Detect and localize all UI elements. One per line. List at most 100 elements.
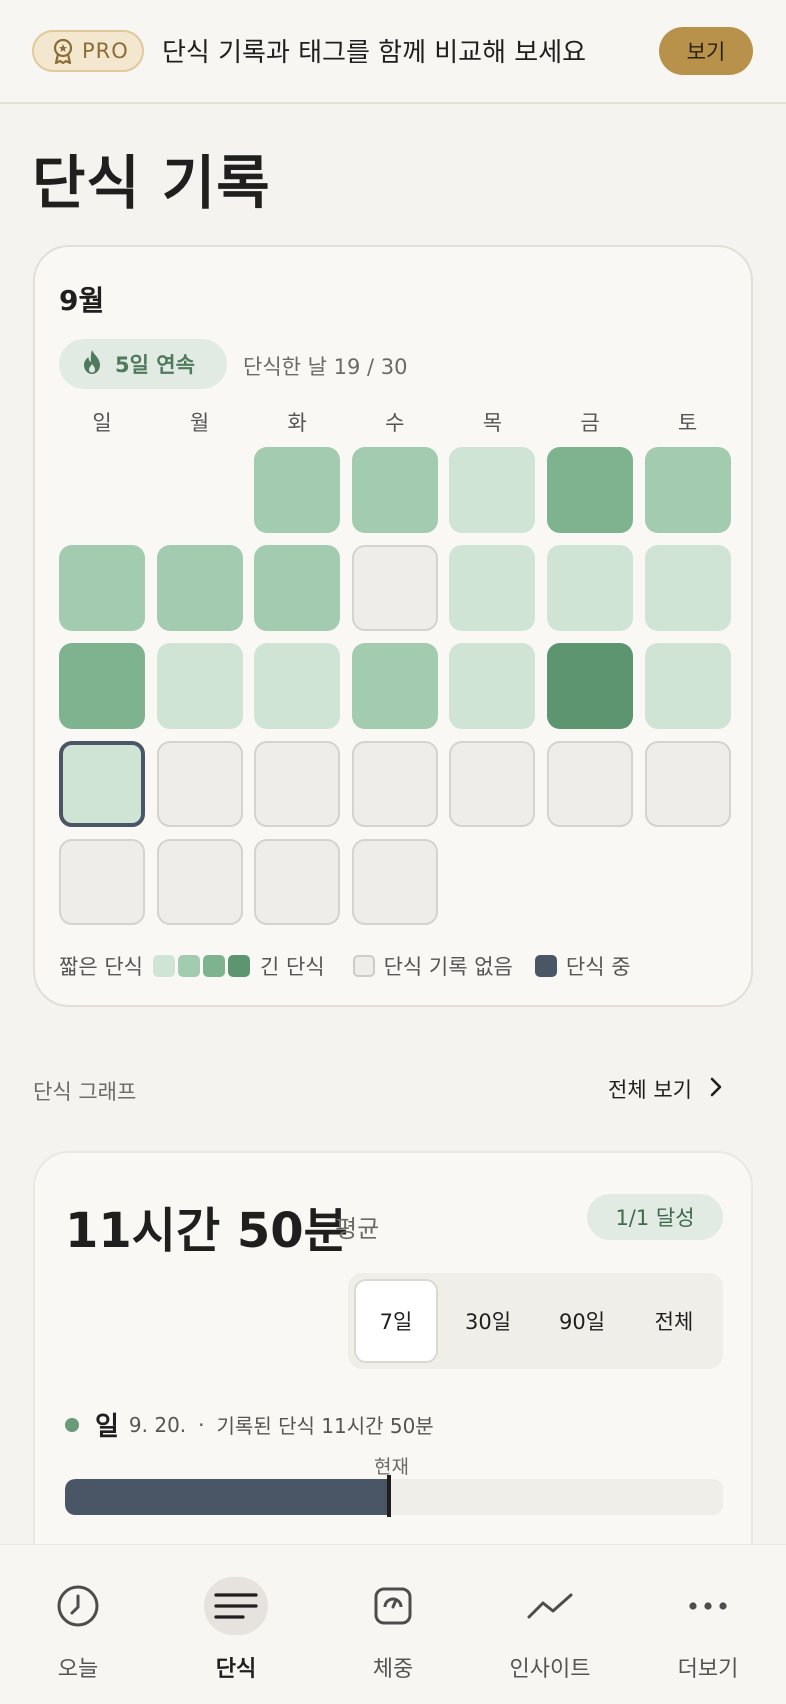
weekday-header: 일월화수목금토 [59, 407, 731, 437]
calendar-day[interactable] [449, 643, 536, 729]
nav-fasting[interactable]: 단식 [166, 1545, 306, 1704]
calendar-day[interactable] [547, 447, 633, 533]
nav-more-label: 더보기 [677, 1657, 739, 1682]
calendar-day[interactable] [351, 839, 438, 925]
legend-ongoing-swatch [534, 955, 557, 977]
calendar-day[interactable] [644, 447, 731, 533]
weekday-label: 수 [385, 411, 405, 435]
average-duration: 11시간 50분 [65, 1203, 348, 1259]
weekday-label: 화 [287, 411, 307, 435]
day-description: 기록된 단식 11시간 50분 [216, 1414, 434, 1438]
calendar-day[interactable] [59, 839, 145, 925]
calendar-month: 9월 [59, 284, 105, 317]
fasting-progress-fill [65, 1479, 388, 1515]
legend-none-label: 단식 기록 없음 [383, 955, 513, 979]
weekday-label: 토 [677, 411, 698, 435]
now-marker [387, 1475, 392, 1517]
menu-lines-icon [204, 1577, 268, 1635]
weekday-label: 목 [482, 411, 503, 435]
pro-label: PRO [82, 39, 129, 63]
range-all-button[interactable]: 전체 [630, 1279, 718, 1363]
calendar-day[interactable] [351, 545, 438, 631]
range-30d-button[interactable]: 30일 [444, 1279, 532, 1363]
nav-insights-label: 인사이트 [509, 1657, 591, 1682]
calendar-day[interactable] [644, 643, 731, 729]
calendar-day[interactable] [156, 643, 243, 729]
now-label: 현재 [374, 1456, 409, 1478]
calendar-day[interactable] [59, 643, 145, 729]
calendar-day[interactable] [351, 643, 438, 729]
calendar-day[interactable] [254, 839, 341, 925]
calendar-day[interactable] [156, 545, 243, 631]
streak-label: 5일 연속 [115, 353, 195, 377]
range-7d-button[interactable]: 7일 [354, 1279, 438, 1363]
clock-icon [46, 1577, 110, 1635]
promo-banner[interactable]: PRO 단식 기록과 태그를 함께 비교해 보세요 보기 [0, 0, 786, 104]
calendar-day[interactable] [351, 447, 438, 533]
calendar-day[interactable] [449, 447, 536, 533]
average-label: 평균 [335, 1215, 380, 1243]
fasting-calendar-card: 9월 5일 연속 단식한 날 19 / 30 일 월 화 수 목 금 토 짧은 단식 긴 단… [33, 245, 753, 1007]
flame-icon [81, 349, 103, 379]
nav-weight[interactable]: 체중 [323, 1545, 463, 1704]
legend-level-swatch [152, 955, 175, 977]
calendar-day[interactable] [547, 643, 633, 729]
streak-badge: 5일 연속 [59, 339, 227, 389]
day-separator: · [198, 1412, 205, 1437]
nav-more[interactable]: 더보기 [638, 1545, 778, 1704]
see-all-label: 전체 보기 [608, 1078, 692, 1102]
nav-today[interactable]: 오늘 [8, 1545, 148, 1704]
calendar-legend: 짧은 단식 긴 단식 단식 기록 없음 단식 중 [59, 951, 631, 981]
range-90d-button[interactable]: 90일 [538, 1279, 626, 1363]
legend-level-swatch [177, 955, 200, 977]
graph-section-title: 단식 그래프 [33, 1080, 137, 1104]
scale-icon [361, 1577, 425, 1635]
nav-today-label: 오늘 [57, 1657, 99, 1682]
calendar-day[interactable] [644, 545, 731, 631]
day-date: 9. 20. [128, 1412, 187, 1437]
award-badge-icon [52, 38, 74, 65]
nav-insights[interactable]: 인사이트 [480, 1545, 620, 1704]
nav-fasting-label: 단식 [215, 1657, 257, 1682]
legend-level-swatch [227, 955, 250, 977]
trend-chart-icon [518, 1577, 582, 1635]
pro-badge: PRO [32, 30, 144, 72]
banner-view-button[interactable]: 보기 [659, 27, 753, 75]
calendar-day[interactable] [254, 741, 341, 827]
calendar-day-today[interactable] [59, 741, 145, 827]
calendar-day[interactable] [449, 741, 536, 827]
calendar-day[interactable] [449, 545, 536, 631]
calendar-day[interactable] [644, 741, 731, 827]
day-name: 일 [95, 1412, 119, 1442]
calendar-day[interactable] [156, 741, 243, 827]
legend-ongoing-label: 단식 중 [565, 955, 631, 979]
chevron-right-icon [710, 1077, 722, 1102]
calendar-day[interactable] [351, 741, 438, 827]
calendar-day[interactable] [254, 643, 341, 729]
legend-none-swatch [352, 955, 375, 977]
calendar-day[interactable] [156, 839, 243, 925]
achievement-badge: 1/1 달성 [587, 1194, 723, 1240]
fast-days-count: 단식한 날 19 / 30 [243, 355, 408, 379]
weekday-label: 월 [189, 411, 210, 435]
day-dot [65, 1417, 79, 1432]
legend-swatches [152, 955, 250, 977]
bottom-navigation: 오늘 단식 체중 인사이트 더보기 [0, 1544, 786, 1704]
calendar-day[interactable] [254, 545, 341, 631]
legend-level-swatch [202, 955, 225, 977]
calendar-day[interactable] [547, 545, 633, 631]
legend-long-label: 긴 단식 [259, 955, 325, 979]
fasting-progress-track [65, 1479, 723, 1515]
day-summary-row: 일 9. 20. · 기록된 단식 11시간 50분 [65, 1406, 434, 1443]
range-selector: 7일 30일 90일 전체 [348, 1273, 723, 1369]
calendar-day[interactable] [254, 447, 341, 533]
page-title: 단식 기록 [32, 149, 271, 217]
nav-weight-label: 체중 [372, 1657, 414, 1682]
weekday-label: 일 [92, 411, 112, 435]
banner-text: 단식 기록과 태그를 함께 비교해 보세요 [162, 38, 587, 68]
legend-short-label: 짧은 단식 [59, 955, 143, 979]
calendar-day[interactable] [547, 741, 633, 827]
see-all-link[interactable]: 전체 보기 [608, 1074, 722, 1104]
calendar-day[interactable] [59, 545, 145, 631]
more-dots-icon [676, 1577, 740, 1635]
